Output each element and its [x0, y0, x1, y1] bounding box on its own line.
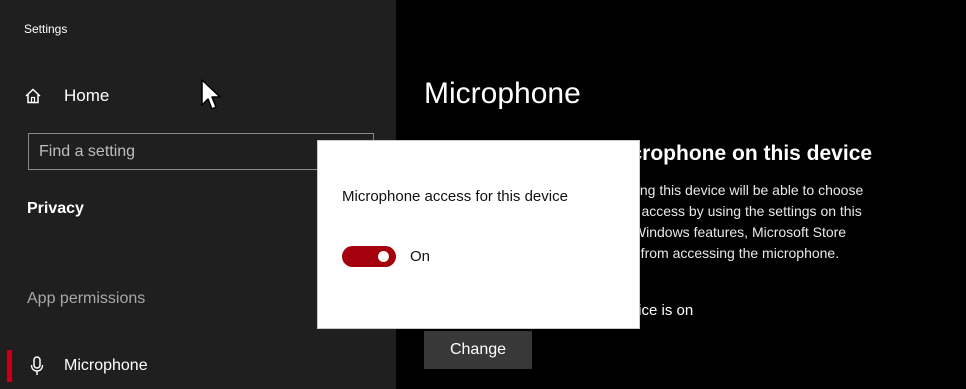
selected-indicator — [7, 350, 12, 382]
change-button[interactable]: Change — [424, 331, 532, 369]
sidebar-item-microphone-label: Microphone — [64, 357, 148, 374]
description-line: ps from accessing the microphone. — [622, 245, 840, 261]
sidebar-item-microphone[interactable]: Microphone — [0, 346, 396, 386]
flyout-title: Microphone access for this device — [342, 188, 568, 205]
microphone-access-flyout: Microphone access for this device On — [318, 141, 639, 328]
toggle-state-label: On — [410, 248, 431, 265]
description-line: s Windows features, Microsoft Store — [622, 224, 847, 240]
nav-home[interactable]: Home — [24, 82, 109, 110]
window-title: Settings — [24, 22, 68, 36]
toggle-knob — [378, 251, 389, 262]
microphone-access-toggle[interactable] — [342, 246, 396, 267]
microphone-icon — [30, 356, 44, 376]
section-title-privacy: Privacy — [27, 200, 84, 217]
section-heading: microphone on this device — [606, 142, 873, 165]
group-label-app-permissions: App permissions — [27, 290, 146, 307]
home-icon — [24, 87, 42, 105]
description-line: ne access by using the settings on this — [622, 203, 862, 219]
page-title: Microphone — [424, 77, 581, 110]
nav-home-label: Home — [64, 86, 110, 105]
section-description: using this device will be able to choose… — [622, 180, 957, 264]
description-line: using this device will be able to choose — [622, 182, 864, 198]
mouse-cursor-icon — [200, 78, 224, 112]
